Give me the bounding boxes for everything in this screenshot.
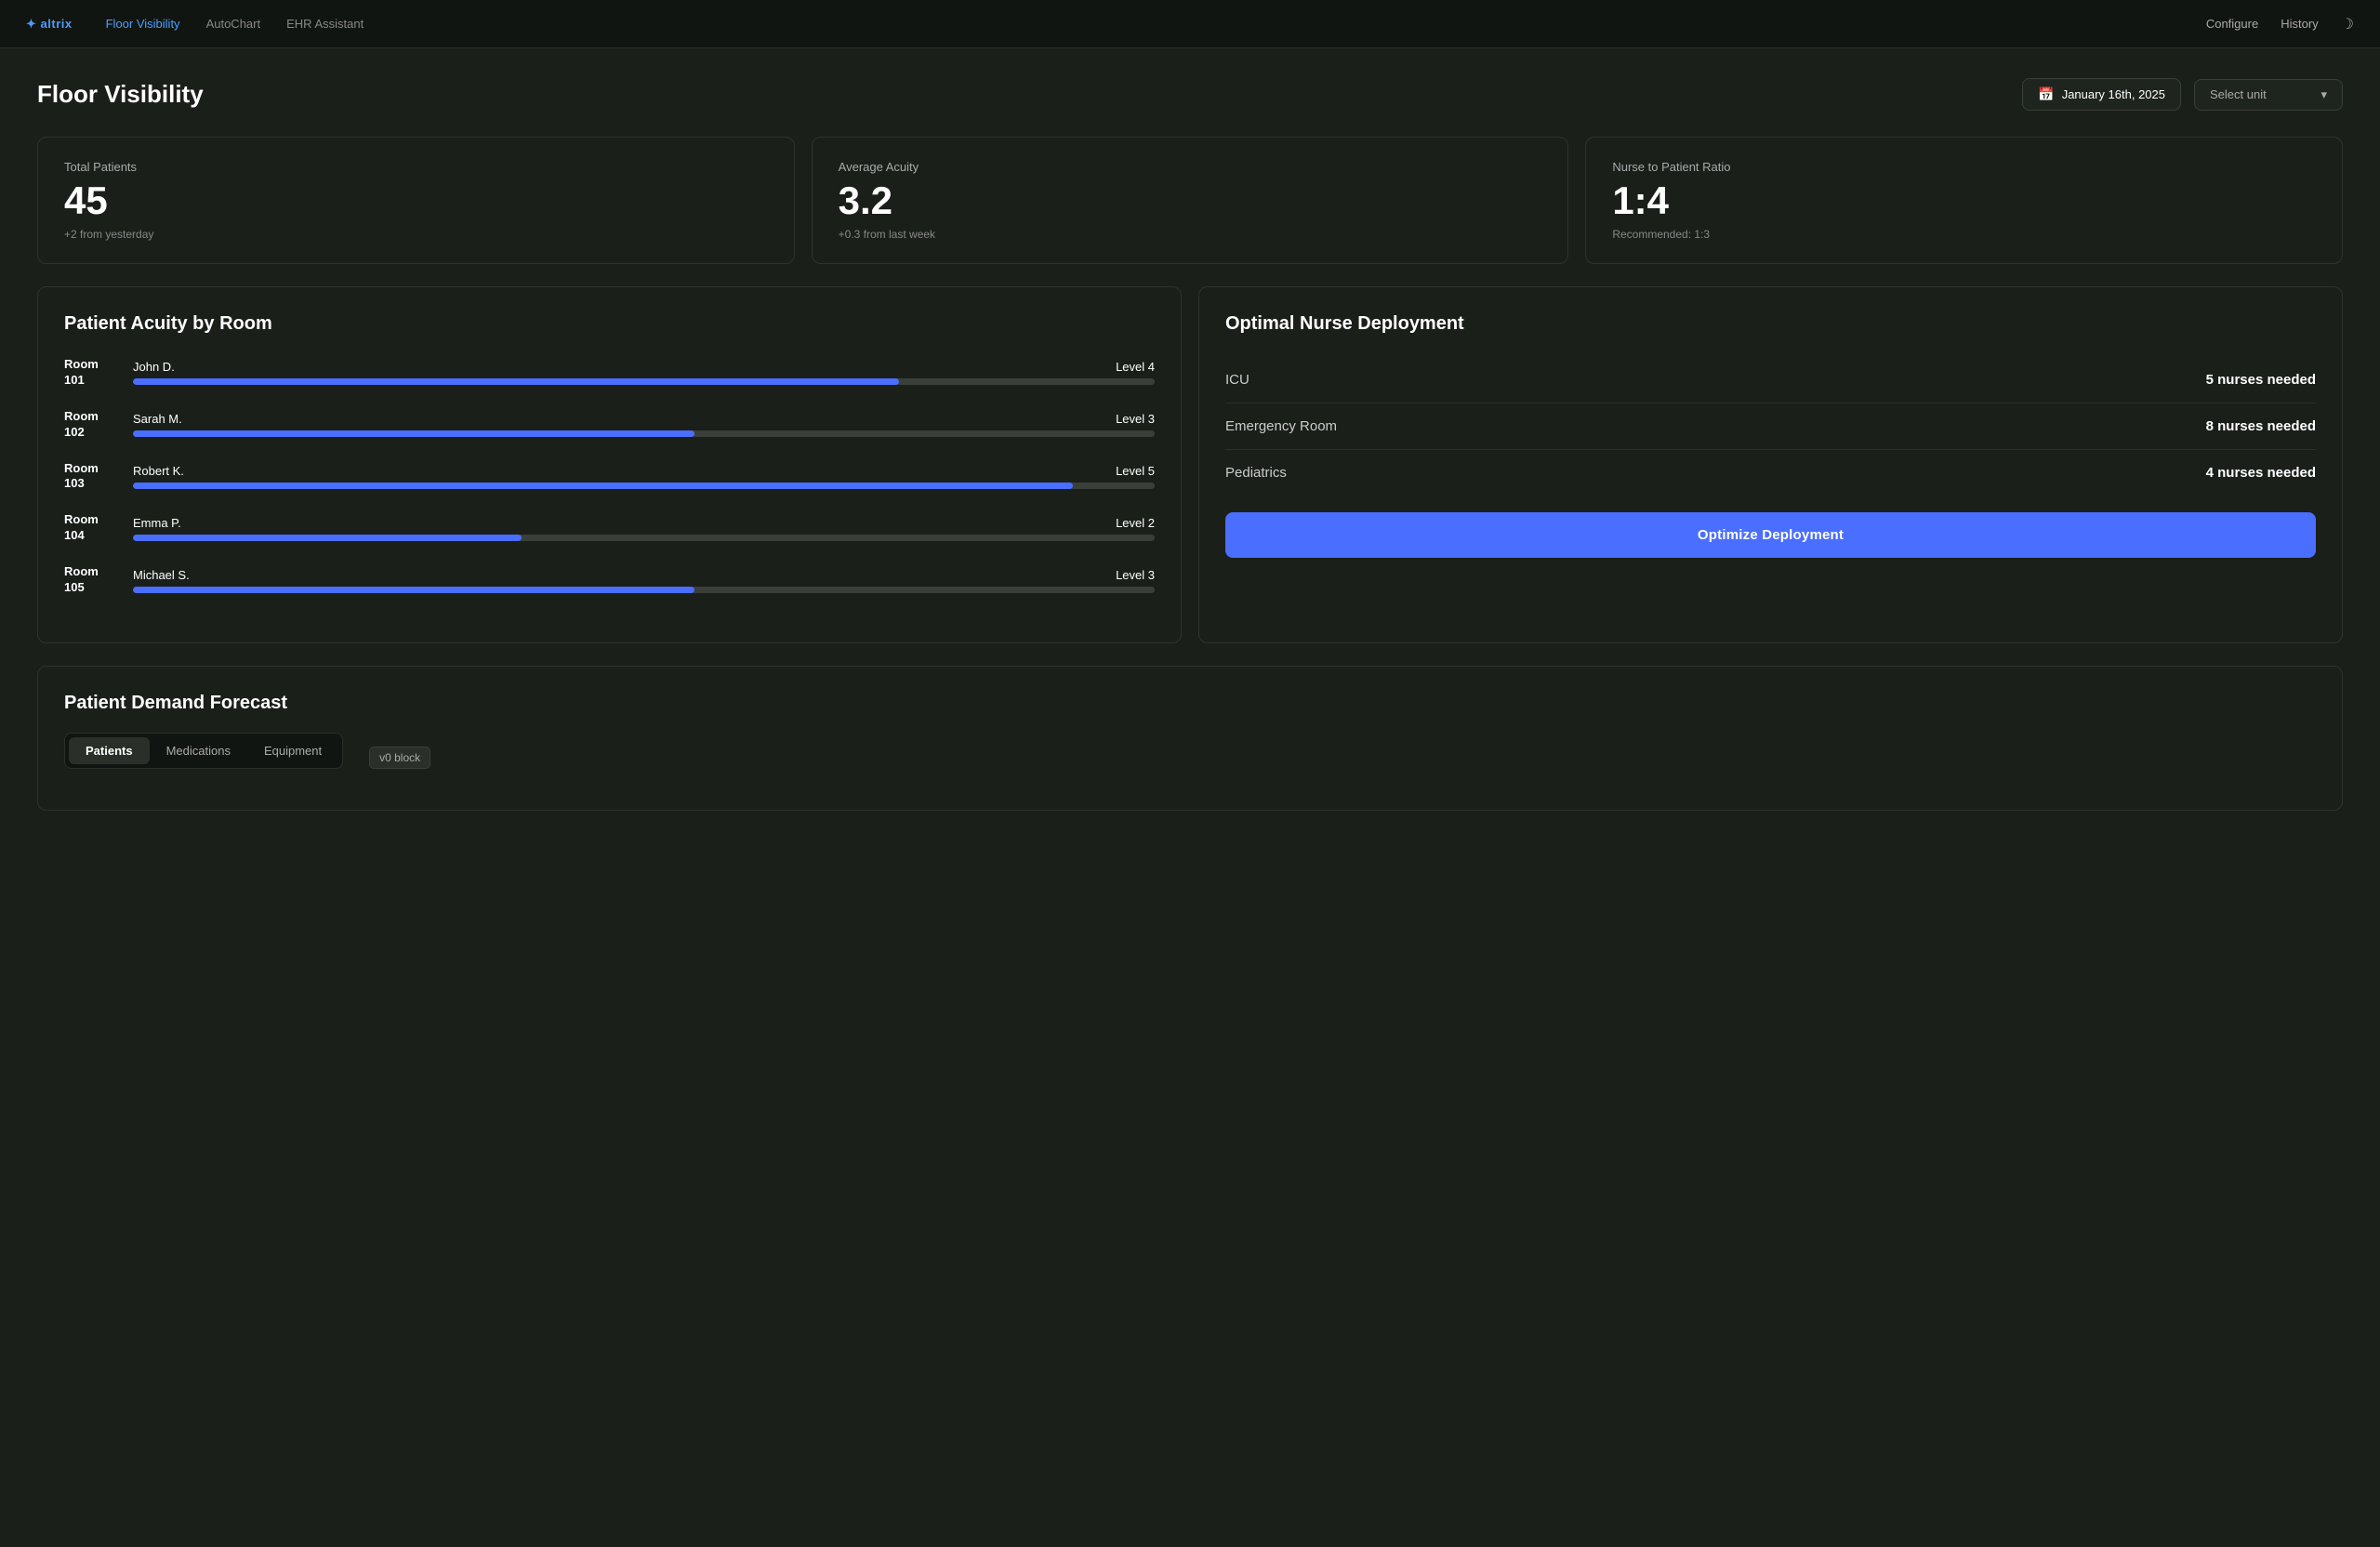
dark-mode-icon[interactable]: ☽ (2341, 15, 2354, 33)
logo: ✦ altrix (26, 17, 73, 32)
progress-fill-102 (133, 430, 694, 437)
history-link[interactable]: History (2281, 17, 2318, 31)
room-label-103: Room103 (64, 461, 120, 493)
room-label-104: Room104 (64, 512, 120, 544)
stat-sub-ratio: Recommended: 1:3 (1612, 228, 2316, 241)
room-label-105: Room105 (64, 564, 120, 596)
room-label-101: Room101 (64, 357, 120, 389)
level-105: Level 3 (1116, 568, 1155, 582)
acuity-card: Patient Acuity by Room Room101 John D. L… (37, 286, 1182, 643)
deployment-count-er: 8 nurses needed (2206, 418, 2316, 434)
level-102: Level 3 (1116, 412, 1155, 426)
level-101: Level 4 (1116, 360, 1155, 374)
tab-patients[interactable]: Patients (69, 737, 150, 764)
room-row-104: Room104 Emma P. Level 2 (64, 512, 1155, 544)
room-detail-101: John D. Level 4 (133, 360, 1155, 385)
room-row-103: Room103 Robert K. Level 5 (64, 461, 1155, 493)
progress-fill-101 (133, 378, 899, 385)
optimize-deployment-button[interactable]: Optimize Deployment (1225, 512, 2316, 558)
stat-card-average-acuity: Average Acuity 3.2 +0.3 from last week (812, 137, 1569, 264)
main-content: Floor Visibility 📅 January 16th, 2025 Se… (0, 48, 2380, 840)
patient-name-103: Robert K. (133, 464, 184, 478)
progress-track-105 (133, 587, 1155, 593)
date-value: January 16th, 2025 (2062, 87, 2165, 101)
nav-right: Configure History ☽ (2206, 15, 2354, 33)
room-detail-103: Robert K. Level 5 (133, 464, 1155, 489)
patient-name-104: Emma P. (133, 516, 181, 530)
acuity-title: Patient Acuity by Room (64, 313, 1155, 335)
progress-track-104 (133, 535, 1155, 541)
stat-value-acuity: 3.2 (839, 181, 1542, 220)
progress-fill-104 (133, 535, 522, 541)
progress-track-103 (133, 483, 1155, 489)
tab-equipment[interactable]: Equipment (247, 737, 338, 764)
header-row: Floor Visibility 📅 January 16th, 2025 Se… (37, 78, 2343, 111)
deployment-count-peds: 4 nurses needed (2206, 465, 2316, 481)
room-row-105: Room105 Michael S. Level 3 (64, 564, 1155, 596)
patient-name-101: John D. (133, 360, 175, 374)
deployment-row-icu: ICU 5 nurses needed (1225, 357, 2316, 403)
stat-value-total: 45 (64, 181, 768, 220)
configure-link[interactable]: Configure (2206, 17, 2258, 31)
room-row-101: Room101 John D. Level 4 (64, 357, 1155, 389)
stat-sub-acuity: +0.3 from last week (839, 228, 1542, 241)
nav-autochart[interactable]: AutoChart (206, 13, 261, 34)
unit-placeholder: Select unit (2210, 87, 2267, 101)
forecast-title: Patient Demand Forecast (64, 693, 2316, 714)
progress-fill-105 (133, 587, 694, 593)
patient-name-102: Sarah M. (133, 412, 182, 426)
nav-links: Floor Visibility AutoChart EHR Assistant (106, 13, 2206, 34)
room-detail-104: Emma P. Level 2 (133, 516, 1155, 541)
deployment-card: Optimal Nurse Deployment ICU 5 nurses ne… (1198, 286, 2343, 643)
nav-floor-visibility[interactable]: Floor Visibility (106, 13, 180, 34)
room-detail-105: Michael S. Level 3 (133, 568, 1155, 593)
progress-fill-103 (133, 483, 1073, 489)
nav-ehr-assistant[interactable]: EHR Assistant (286, 13, 364, 34)
forecast-card: Patient Demand Forecast Patients Medicat… (37, 666, 2343, 811)
lower-grid: Patient Acuity by Room Room101 John D. L… (37, 286, 2343, 643)
stat-label-acuity: Average Acuity (839, 160, 1542, 174)
stat-sub-total: +2 from yesterday (64, 228, 768, 241)
page-title: Floor Visibility (37, 80, 204, 109)
header-controls: 📅 January 16th, 2025 Select unit ▾ (2022, 78, 2343, 111)
calendar-icon: 📅 (2038, 86, 2054, 102)
deployment-unit-er: Emergency Room (1225, 418, 1337, 434)
stat-card-total-patients: Total Patients 45 +2 from yesterday (37, 137, 795, 264)
date-picker[interactable]: 📅 January 16th, 2025 (2022, 78, 2181, 111)
tab-medications[interactable]: Medications (150, 737, 247, 764)
deployment-title: Optimal Nurse Deployment (1225, 313, 2316, 335)
patient-name-105: Michael S. (133, 568, 190, 582)
unit-select[interactable]: Select unit ▾ (2194, 79, 2343, 111)
deployment-unit-icu: ICU (1225, 372, 1250, 388)
level-103: Level 5 (1116, 464, 1155, 478)
room-row-102: Room102 Sarah M. Level 3 (64, 409, 1155, 441)
progress-track-102 (133, 430, 1155, 437)
deployment-unit-peds: Pediatrics (1225, 465, 1287, 481)
room-label-102: Room102 (64, 409, 120, 441)
stat-card-nurse-ratio: Nurse to Patient Ratio 1:4 Recommended: … (1585, 137, 2343, 264)
stat-cards: Total Patients 45 +2 from yesterday Aver… (37, 137, 2343, 264)
level-104: Level 2 (1116, 516, 1155, 530)
deployment-row-peds: Pediatrics 4 nurses needed (1225, 450, 2316, 496)
stat-label-total: Total Patients (64, 160, 768, 174)
stat-value-ratio: 1:4 (1612, 181, 2316, 220)
progress-track-101 (133, 378, 1155, 385)
v0-badge: v0 block (369, 747, 430, 769)
deployment-row-er: Emergency Room 8 nurses needed (1225, 403, 2316, 450)
forecast-tabs: Patients Medications Equipment (64, 733, 343, 769)
deployment-count-icu: 5 nurses needed (2206, 372, 2316, 388)
stat-label-ratio: Nurse to Patient Ratio (1612, 160, 2316, 174)
navbar: ✦ altrix Floor Visibility AutoChart EHR … (0, 0, 2380, 48)
chevron-down-icon: ▾ (2320, 87, 2327, 102)
room-detail-102: Sarah M. Level 3 (133, 412, 1155, 437)
